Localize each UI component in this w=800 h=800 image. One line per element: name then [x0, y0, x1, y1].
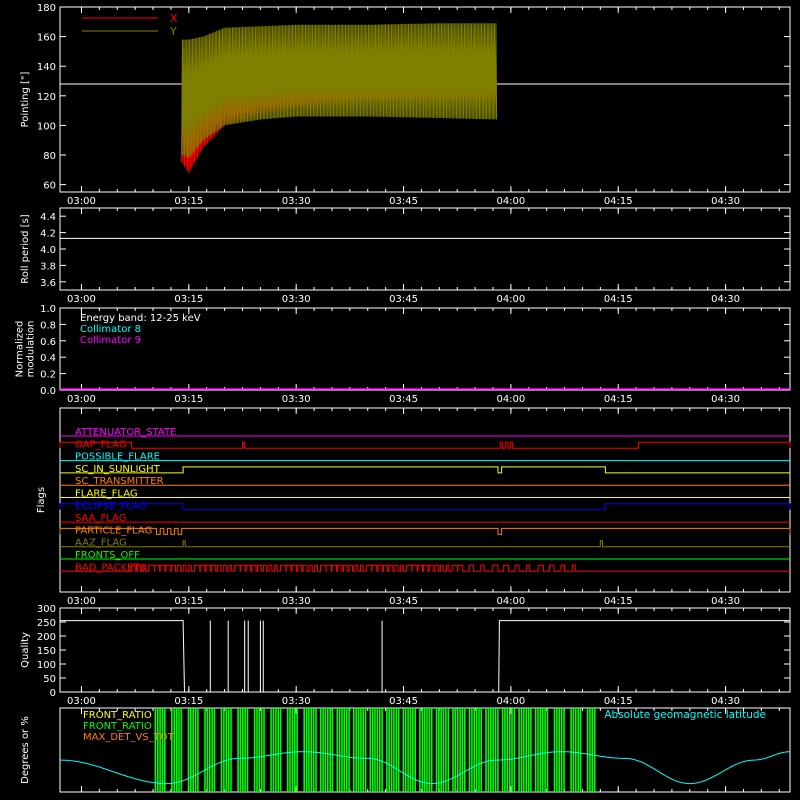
x-tick-label: 03:00 [67, 196, 96, 207]
y-axis-label: Quality [20, 632, 31, 668]
y-tick-label: 100 [37, 121, 56, 132]
x-tick-label: 04:15 [604, 294, 633, 305]
legend-label: FRONT_RATIO [83, 721, 152, 732]
x-tick-label: 04:30 [711, 596, 740, 607]
x-tick-label: 04:30 [711, 294, 740, 305]
quicklook-figure: 03:00 03:15 03:30 03:45 04:00 04:15 04:30 60 80 1… [0, 0, 800, 800]
y-tick-label: 180 [37, 3, 56, 14]
x-tick-label: 04:30 [711, 696, 740, 707]
flag-label: ECLIPSE_FLAG [75, 501, 146, 512]
y-axis-label: Degrees or % [20, 716, 31, 784]
x-tick-label: 03:30 [282, 294, 311, 305]
x-tick-label: 03:15 [174, 394, 203, 405]
y-tick-label: 50 [43, 674, 56, 685]
y-tick-label: 80 [43, 151, 56, 162]
x-tick-label: 03:45 [389, 196, 418, 207]
x-tick-label: 04:00 [496, 196, 525, 207]
x-tick-label: 03:00 [67, 596, 96, 607]
x-tick-label: 03:45 [389, 696, 418, 707]
y-tick-label: 0.6 [40, 337, 56, 348]
y-tick-label: 0 [50, 688, 56, 699]
x-tick-label: 03:45 [389, 596, 418, 607]
x-tick-label: 03:15 [174, 196, 203, 207]
y-tick-label: 200 [37, 632, 56, 643]
y-tick-label: 4.2 [40, 229, 56, 240]
y-axis-label: Roll period [s] [20, 214, 31, 283]
legend-label: X [170, 12, 178, 25]
legend-label: Y [169, 25, 177, 38]
y-tick-label: 0.8 [40, 320, 56, 331]
x-tick-label: 03:30 [282, 596, 311, 607]
y-tick-label: 0.0 [40, 386, 56, 397]
x-tick-label: 03:15 [174, 294, 203, 305]
y-axis-label: modulation [26, 321, 37, 378]
x-tick-label: 04:00 [496, 696, 525, 707]
y-tick-label: 100 [37, 660, 56, 671]
x-tick-label: 03:00 [67, 394, 96, 405]
y-axis-label: Flags [36, 487, 47, 513]
y-tick-label: 0.4 [40, 353, 56, 364]
annotation-1: Collimator 8 [80, 324, 141, 335]
x-tick-label: 04:30 [711, 196, 740, 207]
y-tick-label: 0.2 [40, 370, 56, 381]
y-axis-label: Pointing ["] [20, 71, 31, 127]
x-tick-label: 04:15 [604, 596, 633, 607]
flag-label: PARTICLE_FLAG [75, 525, 152, 536]
y-tick-label: 120 [37, 92, 56, 103]
legend-label: MAX_DET_VS_TOT [83, 732, 175, 743]
y-tick-label: 60 [43, 181, 56, 192]
y-tick-label: 3.6 [40, 278, 56, 289]
x-tick-label: 04:15 [604, 696, 633, 707]
y-tick-label: 4.4 [40, 212, 56, 223]
y-tick-label: 140 [37, 62, 56, 73]
y-tick-label: 3.8 [40, 261, 56, 272]
x-tick-label: 03:00 [67, 294, 96, 305]
x-tick-label: 03:30 [282, 394, 311, 405]
x-tick-label: 03:45 [389, 294, 418, 305]
x-tick-label: 03:00 [67, 696, 96, 707]
x-tick-label: 04:00 [496, 394, 525, 405]
x-tick-label: 03:30 [282, 696, 311, 707]
x-tick-label: 03:15 [174, 596, 203, 607]
y-axis-label: Normalized [15, 321, 26, 378]
y-tick-label: 160 [37, 33, 56, 44]
y-tick-label: 250 [37, 618, 56, 629]
x-tick-label: 04:15 [604, 196, 633, 207]
x-tick-label: 04:00 [496, 596, 525, 607]
x-tick-label: 03:15 [174, 696, 203, 707]
y-tick-label: 1.0 [40, 304, 56, 315]
annotation-geomag: Absolute geomagnetic latitude [604, 709, 766, 721]
y-tick-label: 4.0 [40, 245, 56, 256]
x-tick-label: 03:45 [389, 394, 418, 405]
x-tick-label: 03:30 [282, 196, 311, 207]
x-tick-label: 04:00 [496, 294, 525, 305]
x-tick-label: 04:15 [604, 394, 633, 405]
annotation-0: Energy band: 12-25 keV [80, 313, 201, 324]
y-tick-label: 150 [37, 646, 56, 657]
flag-label: GAP_FLAG [75, 439, 127, 450]
legend-label: FRONT_RATIO [83, 710, 152, 721]
x-tick-label: 04:30 [711, 394, 740, 405]
annotation-2: Collimator 9 [80, 335, 141, 346]
y-tick-label: 300 [37, 604, 56, 615]
